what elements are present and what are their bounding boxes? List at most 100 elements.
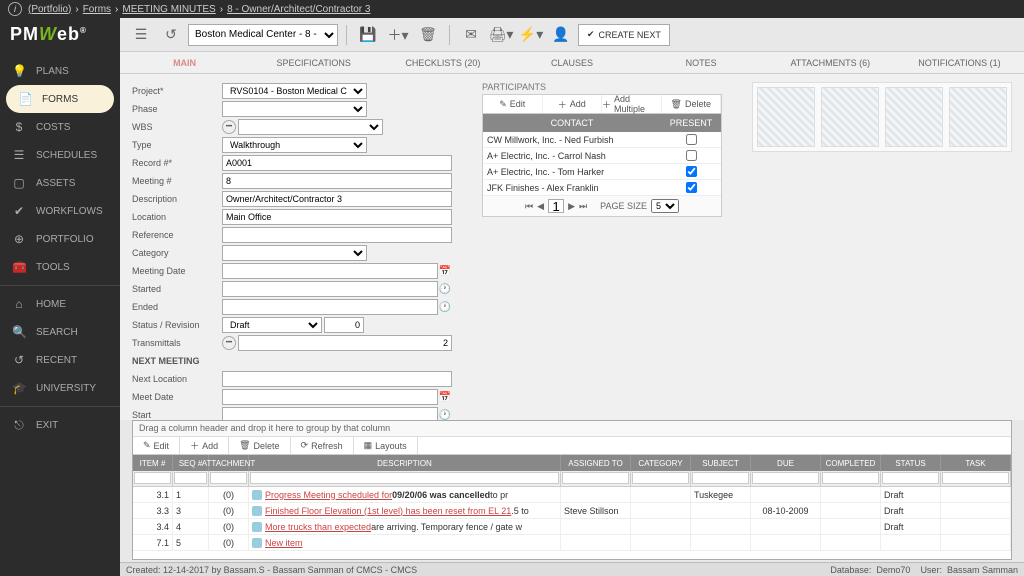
tab-clauses[interactable]: CLAUSES — [507, 52, 636, 73]
sidebar-item-costs[interactable]: $COSTS — [0, 113, 120, 141]
table-row[interactable]: 3.44(0)More trucks than expected are arr… — [133, 519, 1011, 535]
project-field[interactable]: RVS0104 - Boston Medical Center — [222, 83, 367, 99]
bolt-icon[interactable]: ⚡▾ — [518, 23, 544, 47]
clock-icon[interactable]: 🕐 — [438, 282, 452, 296]
participant-present-checkbox[interactable] — [686, 134, 697, 145]
col-category[interactable]: CATEGORY — [631, 455, 691, 471]
pager-first-icon[interactable]: ⏮ — [525, 201, 533, 212]
grid-add-button[interactable]: ＋ Add — [180, 437, 229, 454]
ended-field[interactable] — [222, 299, 438, 315]
category-field[interactable] — [222, 245, 367, 261]
location-field[interactable] — [222, 209, 452, 225]
participant-present-checkbox[interactable] — [686, 150, 697, 161]
calendar-icon[interactable]: 📅 — [438, 264, 452, 278]
table-row[interactable]: 3.11(0)Progress Meeting scheduled for 09… — [133, 487, 1011, 503]
plan-thumbnail[interactable] — [885, 87, 943, 147]
grid-group-hint[interactable]: Drag a column header and drop it here to… — [133, 421, 1011, 437]
plan-thumbnail[interactable] — [821, 87, 879, 147]
sidebar-item-home[interactable]: ⌂HOME — [0, 290, 120, 318]
grid-layouts-button[interactable]: ▦ Layouts — [354, 437, 418, 454]
reference-field[interactable] — [222, 227, 452, 243]
filter-sub[interactable] — [692, 472, 749, 484]
col-attachment[interactable]: ATTACHMENT — [209, 455, 249, 471]
tab-checklists[interactable]: CHECKLISTS (20) — [378, 52, 507, 73]
pager-last-icon[interactable]: ⏭ — [579, 201, 587, 212]
tab-attachments[interactable]: ATTACHMENTS (6) — [766, 52, 895, 73]
participants-add-button[interactable]: ＋ Add — [543, 95, 603, 113]
col-due[interactable]: DUE — [751, 455, 821, 471]
grid-refresh-button[interactable]: ⟳ Refresh — [291, 437, 354, 454]
sidebar-item-exit[interactable]: ⎋EXIT — [0, 411, 120, 439]
sidebar-item-forms[interactable]: 📄FORMS — [6, 85, 114, 113]
col-status[interactable]: STATUS — [881, 455, 941, 471]
plan-thumbnail[interactable] — [757, 87, 815, 147]
filter-asg[interactable] — [562, 472, 629, 484]
plan-thumbnail[interactable] — [949, 87, 1007, 147]
transmittals-field[interactable] — [238, 335, 452, 351]
breadcrumb-record[interactable]: 8 - Owner/Architect/Contractor 3 — [227, 4, 370, 15]
meeting-field[interactable] — [222, 173, 452, 189]
info-icon[interactable]: i — [8, 2, 22, 16]
pager-prev-icon[interactable]: ◀ — [537, 201, 544, 212]
table-row[interactable]: 3.33(0)Finished Floor Elevation (1st lev… — [133, 503, 1011, 519]
participant-row[interactable]: A+ Electric, Inc. - Tom Harker — [483, 164, 721, 180]
add-icon[interactable]: ＋▾ — [385, 23, 411, 47]
delete-icon[interactable]: 🗑 — [415, 23, 441, 47]
phase-field[interactable] — [222, 101, 367, 117]
sidebar-item-tools[interactable]: 🧰TOOLS — [0, 253, 120, 281]
clock-icon[interactable]: 🕐 — [438, 408, 452, 420]
meeting-date-field[interactable] — [222, 263, 438, 279]
filter-stat[interactable] — [882, 472, 939, 484]
breadcrumb-type[interactable]: MEETING MINUTES — [122, 4, 215, 15]
sidebar-item-plans[interactable]: 💡PLANS — [0, 57, 120, 85]
pager-size-select[interactable]: 5 — [651, 199, 679, 213]
create-next-button[interactable]: ✔ CREATE NEXT — [578, 24, 670, 46]
history-icon[interactable]: ↺ — [158, 23, 184, 47]
participant-row[interactable]: CW Millwork, Inc. - Ned Furbish — [483, 132, 721, 148]
pager-page-input[interactable] — [548, 199, 564, 213]
breadcrumb-portfolio[interactable]: (Portfolio) — [28, 4, 71, 15]
sidebar-item-workflows[interactable]: ✔WORKFLOWS — [0, 197, 120, 225]
description-field[interactable] — [222, 191, 452, 207]
save-icon[interactable]: 💾 — [355, 23, 381, 47]
user-icon[interactable]: 👤 — [548, 23, 574, 47]
participants-add-multiple-button[interactable]: ＋ Add Multiple — [602, 95, 662, 113]
wbs-field[interactable] — [238, 119, 383, 135]
project-selector[interactable]: Boston Medical Center - 8 - Owner/A — [188, 24, 338, 46]
sidebar-item-recent[interactable]: ↺RECENT — [0, 346, 120, 374]
sidebar-item-assets[interactable]: ▢ASSETS — [0, 169, 120, 197]
filter-comp[interactable] — [822, 472, 879, 484]
tab-notifications[interactable]: NOTIFICATIONS (1) — [895, 52, 1024, 73]
revision-field[interactable] — [324, 317, 364, 333]
next-location-field[interactable] — [222, 371, 452, 387]
participants-edit-button[interactable]: ✎ Edit — [483, 95, 543, 113]
participant-row[interactable]: A+ Electric, Inc. - Carrol Nash — [483, 148, 721, 164]
participant-present-checkbox[interactable] — [686, 182, 697, 193]
start-field[interactable] — [222, 407, 438, 420]
sidebar-item-schedules[interactable]: ☰SCHEDULES — [0, 141, 120, 169]
participants-delete-button[interactable]: 🗑 Delete — [662, 95, 722, 113]
mail-icon[interactable]: ✉ — [458, 23, 484, 47]
type-field[interactable]: Walkthrough — [222, 137, 367, 153]
pager-next-icon[interactable]: ▶ — [568, 201, 575, 212]
wbs-picker-icon[interactable]: ••• — [222, 120, 236, 134]
filter-task[interactable] — [942, 472, 1009, 484]
participant-present-checkbox[interactable] — [686, 166, 697, 177]
filter-att[interactable] — [210, 472, 247, 484]
col-subject[interactable]: SUBJECT — [691, 455, 751, 471]
calendar-icon[interactable]: 📅 — [438, 390, 452, 404]
tab-main[interactable]: MAIN — [120, 52, 249, 73]
participant-row[interactable]: JFK Finishes - Alex Franklin — [483, 180, 721, 196]
col-assigned[interactable]: ASSIGNED TO — [561, 455, 631, 471]
meet-date-field[interactable] — [222, 389, 438, 405]
grid-edit-button[interactable]: ✎ Edit — [133, 437, 180, 454]
col-task[interactable]: TASK — [941, 455, 1011, 471]
col-item[interactable]: ITEM # — [133, 455, 173, 471]
filter-cat[interactable] — [632, 472, 689, 484]
clock-icon[interactable]: 🕐 — [438, 300, 452, 314]
grid-delete-button[interactable]: 🗑 Delete — [229, 437, 290, 454]
tab-specifications[interactable]: SPECIFICATIONS — [249, 52, 378, 73]
tab-notes[interactable]: NOTES — [637, 52, 766, 73]
breadcrumb-forms[interactable]: Forms — [83, 4, 111, 15]
sidebar-item-search[interactable]: 🔍SEARCH — [0, 318, 120, 346]
